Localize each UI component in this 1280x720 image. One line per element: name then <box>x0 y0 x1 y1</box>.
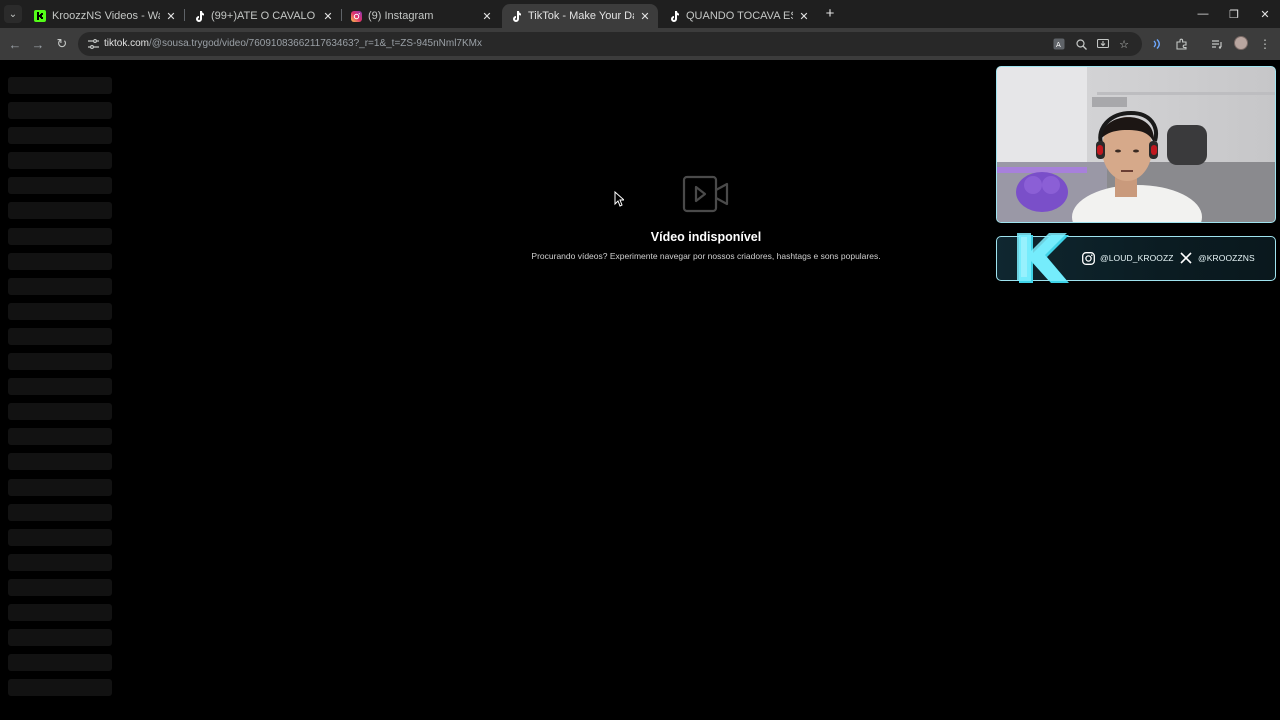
skeleton-placeholder <box>8 177 112 195</box>
site-info-icon[interactable] <box>86 37 100 51</box>
x-handle: @KROOZZNS <box>1179 251 1255 265</box>
back-icon[interactable]: ← <box>6 35 24 53</box>
browser-toolbar: ← → ↻ tiktok.com/@sousa.trygod/video/760… <box>0 28 1280 60</box>
install-app-icon[interactable] <box>1096 37 1110 51</box>
extensions-puzzle-icon[interactable] <box>1174 36 1190 52</box>
minimize-icon[interactable]: — <box>1193 4 1213 24</box>
instagram-handle: @LOUD_KROOZZ <box>1081 251 1174 265</box>
reload-icon[interactable]: ↻ <box>53 35 71 53</box>
skeleton-placeholder <box>8 453 112 471</box>
close-window-icon[interactable]: ✕ <box>1255 4 1275 24</box>
profile-avatar[interactable] <box>1234 36 1248 50</box>
skeleton-placeholder <box>8 252 112 270</box>
social-handles-banner: @LOUD_KROOZZ @KROOZZNS <box>996 233 1276 283</box>
skeleton-placeholder <box>8 679 112 697</box>
tab-strip: ⌄ KroozzNS Videos - Watch On-D ✕ (99+)AT… <box>0 0 1280 28</box>
close-icon[interactable]: ✕ <box>638 9 652 23</box>
url-host: tiktok.com <box>104 38 150 49</box>
skeleton-placeholder <box>8 302 112 320</box>
skeleton-placeholder <box>8 127 112 145</box>
new-tab-button[interactable]: + <box>822 6 838 22</box>
tiktok-icon <box>668 10 680 22</box>
close-icon[interactable]: ✕ <box>797 9 811 23</box>
mouse-cursor-icon <box>614 190 626 207</box>
url-path: /@sousa.trygod/video/7609108366211763463… <box>149 38 482 49</box>
forward-icon[interactable]: → <box>29 35 47 53</box>
skeleton-placeholder <box>8 528 112 546</box>
video-camera-icon <box>682 174 730 214</box>
skeleton-placeholder <box>8 503 112 521</box>
tab-title: TikTok - Make Your Day <box>528 10 634 22</box>
skeleton-placeholder <box>8 403 112 421</box>
tab-search-icon[interactable]: ⌄ <box>4 5 22 23</box>
restore-icon[interactable]: ❐ <box>1224 4 1244 24</box>
instagram-handle-text: @LOUD_KROOZZ <box>1100 253 1174 263</box>
tab-title: QUANDO TOCAVA ESSA TODO <box>686 10 793 22</box>
skeleton-placeholder <box>8 578 112 596</box>
skeleton-placeholder <box>8 603 112 621</box>
skeleton-placeholder <box>8 428 112 446</box>
tab-title: (9) Instagram <box>368 10 434 22</box>
tab-kick[interactable]: KroozzNS Videos - Watch On-D ✕ <box>26 4 184 28</box>
address-bar[interactable]: tiktok.com/@sousa.trygod/video/760910836… <box>78 32 1142 56</box>
unavailable-title: Vídeo indisponível <box>650 230 762 244</box>
bookmark-star-icon[interactable]: ☆ <box>1117 37 1131 51</box>
sidebar-skeleton <box>8 77 112 704</box>
skeleton-placeholder <box>8 277 112 295</box>
translate-icon[interactable]: A <box>1052 37 1066 51</box>
tiktok-icon <box>193 10 205 22</box>
tiktok-icon <box>510 10 522 22</box>
instagram-icon <box>1081 251 1095 265</box>
skeleton-placeholder <box>8 378 112 396</box>
skeleton-placeholder <box>8 629 112 647</box>
x-handle-text: @KROOZZNS <box>1198 253 1255 263</box>
instagram-icon <box>350 10 362 22</box>
kroozz-k-logo <box>1013 231 1077 287</box>
url-text[interactable]: tiktok.com/@sousa.trygod/video/760910836… <box>104 38 482 49</box>
extension-audio-icon[interactable] <box>1149 36 1165 52</box>
close-icon[interactable]: ✕ <box>321 9 335 23</box>
x-logo-icon <box>1179 251 1193 265</box>
skeleton-placeholder <box>8 327 112 345</box>
video-unavailable-panel: Vídeo indisponível Procurando vídeos? Ex… <box>456 174 956 261</box>
skeleton-placeholder <box>8 654 112 672</box>
tab-tiktok-quando[interactable]: QUANDO TOCAVA ESSA TODO ✕ <box>660 4 817 28</box>
kick-icon <box>34 10 46 22</box>
menu-kebab-icon[interactable]: ⋮ <box>1257 36 1273 52</box>
tab-title: (99+)ATE O CAVALO NAO SE S <box>211 10 317 22</box>
tab-instagram[interactable]: (9) Instagram ✕ <box>342 4 500 28</box>
skeleton-placeholder <box>8 353 112 371</box>
skeleton-placeholder <box>8 478 112 496</box>
zoom-icon[interactable] <box>1074 37 1088 51</box>
skeleton-placeholder <box>8 102 112 120</box>
tab-tiktok-active[interactable]: TikTok - Make Your Day ✕ <box>502 4 658 28</box>
streamer-webcam <box>996 66 1276 223</box>
skeleton-placeholder <box>8 152 112 170</box>
unavailable-description: Procurando vídeos? Experimente navegar p… <box>531 251 881 261</box>
close-icon[interactable]: ✕ <box>164 9 178 23</box>
skeleton-placeholder <box>8 227 112 245</box>
skeleton-placeholder <box>8 553 112 571</box>
close-icon[interactable]: ✕ <box>480 9 494 23</box>
tab-tiktok-cavalo[interactable]: (99+)ATE O CAVALO NAO SE S ✕ <box>185 4 341 28</box>
skeleton-placeholder <box>8 77 112 94</box>
tab-title: KroozzNS Videos - Watch On-D <box>52 10 160 22</box>
skeleton-placeholder <box>8 202 112 220</box>
media-control-icon[interactable] <box>1209 36 1225 52</box>
svg-text:A: A <box>1056 41 1061 49</box>
